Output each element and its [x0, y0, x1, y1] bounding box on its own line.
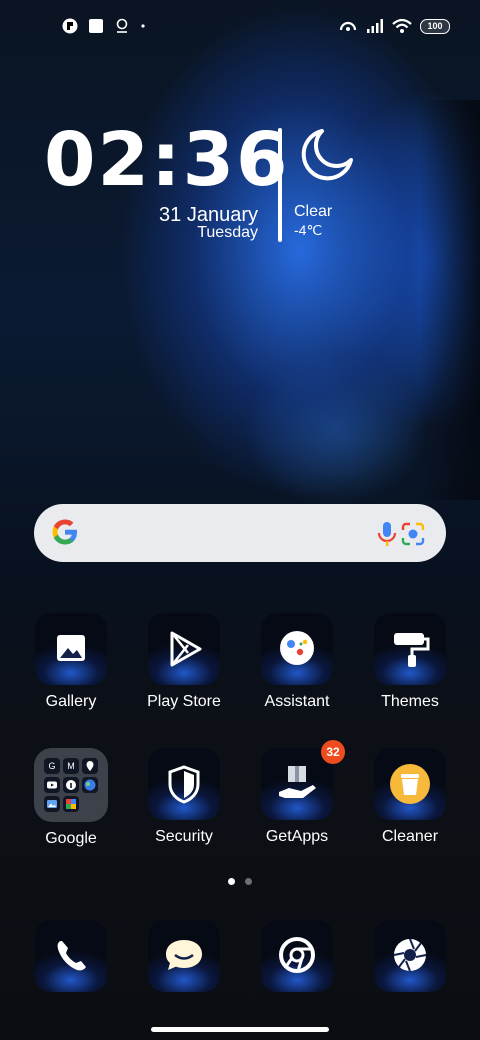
weather-temperature: -4℃ — [294, 222, 323, 238]
app-security[interactable]: Security — [128, 748, 240, 846]
app-getapps[interactable]: 32 GetApps — [241, 740, 353, 846]
assistant-icon[interactable] — [261, 613, 333, 685]
youtube-mini-icon — [44, 777, 60, 793]
play-store-icon[interactable] — [148, 613, 220, 685]
dock-camera[interactable] — [354, 920, 466, 992]
security-shield-icon[interactable] — [148, 748, 220, 820]
hotspot-icon — [338, 18, 358, 34]
app-label: Play Store — [147, 693, 221, 710]
themes-icon[interactable] — [374, 613, 446, 685]
app-play-store[interactable]: Play Store — [128, 613, 240, 711]
status-bar: 100 — [0, 0, 480, 56]
info-mini-icon — [63, 777, 79, 793]
notification-badge: 32 — [321, 740, 345, 764]
app-label: Themes — [381, 693, 439, 710]
moon-icon — [298, 126, 356, 184]
app-label: GetApps — [265, 828, 329, 845]
google-folder-icon[interactable]: G M — [34, 748, 108, 822]
earth-mini-icon — [82, 777, 98, 793]
app-label: Security — [155, 828, 213, 845]
news-mini-icon — [63, 796, 79, 812]
google-search-bar[interactable] — [34, 504, 446, 562]
app-assistant[interactable]: Assistant — [241, 613, 353, 711]
dot-icon — [140, 18, 146, 34]
wifi-icon — [392, 18, 412, 34]
app-label: Google — [45, 830, 97, 847]
app-label: Assistant — [264, 693, 330, 710]
phone-icon[interactable] — [35, 920, 107, 992]
location-pin-icon — [114, 18, 130, 34]
clock-weekday: Tuesday — [197, 224, 258, 241]
page-indicator[interactable] — [228, 878, 252, 885]
app-label: Gallery — [45, 693, 97, 710]
widget-divider — [278, 128, 282, 242]
chrome-icon[interactable] — [261, 920, 333, 992]
dock-phone[interactable] — [15, 920, 127, 992]
clock-time: 02:36 — [44, 117, 290, 203]
gmail-mini-icon: M — [63, 758, 79, 774]
gallery-icon[interactable] — [35, 613, 107, 685]
battery-indicator: 100 — [420, 18, 450, 34]
google-mini-icon: G — [44, 758, 60, 774]
dock-chrome[interactable] — [241, 920, 353, 992]
google-lens-icon[interactable] — [400, 521, 426, 547]
camera-icon[interactable] — [374, 920, 446, 992]
app-notification-icon — [62, 18, 78, 34]
getapps-icon[interactable]: 32 — [261, 740, 345, 820]
page-dot[interactable] — [245, 878, 252, 885]
maps-mini-icon — [82, 758, 98, 774]
app-label: Cleaner — [381, 828, 439, 845]
dock-messages[interactable] — [128, 920, 240, 992]
app-cleaner[interactable]: Cleaner — [354, 748, 466, 846]
app-gallery[interactable]: Gallery — [15, 613, 127, 711]
messages-icon[interactable] — [148, 920, 220, 992]
photos-mini-icon — [44, 796, 60, 812]
app-themes[interactable]: Themes — [354, 613, 466, 711]
microphone-icon[interactable] — [376, 521, 398, 547]
folder-google[interactable]: G M Google — [15, 748, 127, 848]
page-dot-active[interactable] — [228, 878, 235, 885]
weather-condition: Clear — [294, 203, 333, 220]
google-g-icon[interactable] — [50, 517, 80, 547]
signal-icon — [366, 18, 384, 34]
cleaner-icon[interactable] — [374, 748, 446, 820]
gesture-navigation-bar[interactable] — [151, 1027, 329, 1032]
square-notification-icon — [88, 18, 104, 34]
